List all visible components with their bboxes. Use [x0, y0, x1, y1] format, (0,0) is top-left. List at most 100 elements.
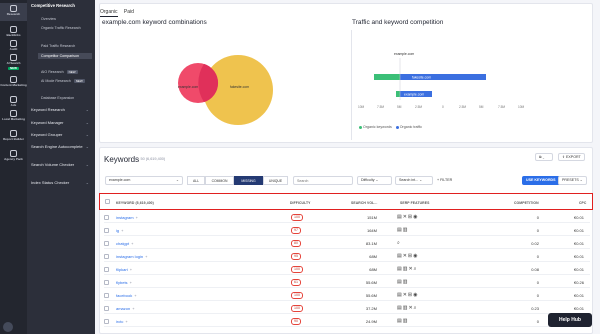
- segment-missing[interactable]: MISSING: [234, 176, 263, 185]
- difficulty-badge: 80: [291, 240, 301, 247]
- keyword-link[interactable]: flipkart +: [116, 267, 132, 272]
- table-row[interactable]: flybets + 61 55.6M ▤▥ 0 €0.26: [104, 277, 590, 288]
- filter-button[interactable]: + FILTER: [437, 178, 452, 182]
- add-to-list-icon[interactable]: +: [130, 267, 132, 272]
- tab-organic[interactable]: Organic: [100, 9, 118, 17]
- keyword-search-input[interactable]: [293, 176, 353, 185]
- rail-item-ai-search[interactable]: AI Search NEW: [0, 54, 27, 70]
- table-row[interactable]: instagram + 100 151M ▤✕⊞◉ 0 €0.01: [104, 212, 590, 223]
- col-search-volume[interactable]: SEARCH VOL...: [351, 201, 377, 205]
- rail-item-backlinks[interactable]: Backlinks: [0, 26, 27, 38]
- add-to-list-icon[interactable]: +: [145, 254, 147, 259]
- axis-tick: 5M: [479, 105, 484, 109]
- menu-section-volume-checker[interactable]: Search Volume Checker ⌄: [31, 162, 91, 168]
- row-checkbox[interactable]: [104, 267, 109, 272]
- menu-section-index-checker[interactable]: Index Status Checker ⌄: [31, 180, 91, 186]
- add-to-list-icon[interactable]: +: [130, 280, 132, 285]
- bar-label-top: example.com: [394, 52, 414, 56]
- add-to-list-icon[interactable]: +: [125, 319, 127, 324]
- difficulty-filter[interactable]: Difficulty ⌄: [357, 176, 392, 185]
- use-keywords-button[interactable]: USE KEYWORDS: [522, 176, 560, 185]
- new-badge: NEW: [66, 70, 78, 75]
- rail-item-local-marketing[interactable]: Local Marketing: [0, 110, 27, 122]
- chevron-down-icon: ⌄: [175, 178, 179, 182]
- user-avatar[interactable]: [3, 322, 13, 332]
- keywords-bar-example: [396, 91, 400, 97]
- menu-section-keyword-research[interactable]: Keyword Research ⌄: [31, 107, 91, 113]
- table-row[interactable]: flipkart + 100 68M ▤▥✕⌕ 0.08 €0.01: [104, 264, 590, 275]
- keyword-link[interactable]: instagram +: [116, 215, 138, 220]
- row-checkbox[interactable]: [104, 280, 109, 285]
- row-checkbox[interactable]: [104, 306, 109, 311]
- row-checkbox[interactable]: [104, 254, 109, 259]
- keyword-link[interactable]: flybets +: [116, 280, 132, 285]
- add-to-list-icon[interactable]: +: [134, 293, 136, 298]
- col-keyword[interactable]: KEYWORD (5,619,400): [116, 201, 154, 205]
- segment-common[interactable]: COMMON: [205, 176, 234, 185]
- axis-tick: 5M: [397, 105, 402, 109]
- menu-section-keyword-grouper[interactable]: Keyword Grouper ⌄: [31, 132, 91, 138]
- rail-item-report-builder[interactable]: Report Builder: [0, 130, 27, 142]
- rail-item-ads[interactable]: Ads: [0, 96, 27, 108]
- keyword-link[interactable]: instagram login +: [116, 254, 147, 259]
- export-button[interactable]: ⇪ EXPORT: [558, 153, 585, 161]
- row-checkbox[interactable]: [104, 215, 109, 220]
- col-difficulty[interactable]: DIFFICULTY: [290, 201, 311, 205]
- table-row[interactable]: ig + 97 164M ▤▥ 0 €0.01: [104, 225, 590, 236]
- ads-icon: [10, 96, 17, 103]
- table-row[interactable]: chatgpt + 80 83.1M ⌕ 0.02 €0.01: [104, 238, 590, 249]
- table-row[interactable]: amazon + 100 37.2M ▤▥✕⌕ 0.23 €0.01: [104, 303, 590, 314]
- add-to-list-icon[interactable]: +: [136, 215, 138, 220]
- keyword-link[interactable]: facebook +: [116, 293, 137, 298]
- card-divider: [351, 30, 352, 140]
- keyword-link[interactable]: amazon +: [116, 306, 135, 311]
- keyword-link[interactable]: ig +: [116, 228, 123, 233]
- rail-item-content-marketing[interactable]: Content Marketing: [0, 76, 27, 88]
- menu-item-aio-research[interactable]: AIO Research NEW: [41, 70, 91, 75]
- col-serp-features[interactable]: SERP FEATURES: [400, 201, 429, 205]
- search-volume: 37.2M: [365, 306, 377, 311]
- tab-paid[interactable]: Paid: [124, 9, 134, 15]
- search-intent-filter[interactable]: Search int... ⌄: [395, 176, 433, 185]
- menu-item-overview[interactable]: Overview: [41, 17, 91, 21]
- table-row[interactable]: facebook + 100 55.6M ▤✕⊞◉ 0 €0.01: [104, 290, 590, 301]
- copy-button[interactable]: ⧉ ⌄: [535, 153, 553, 161]
- content-icon: [10, 76, 17, 83]
- menu-section-autocomplete[interactable]: Search Engine Autocomplete ⌄: [31, 144, 91, 150]
- table-row[interactable]: irctc+ 90 24.9M ▤▥ 0 €0.01: [104, 316, 590, 327]
- traffic-title: Traffic and keyword competition: [352, 19, 444, 26]
- menu-item-database-expansion[interactable]: Database Expansion: [41, 96, 91, 100]
- row-checkbox[interactable]: [104, 319, 109, 324]
- menu-item-organic-traffic[interactable]: Organic Traffic Research: [41, 26, 91, 30]
- rail-item-research[interactable]: Research: [0, 3, 27, 21]
- menu-item-competitor-comparison[interactable]: Competitor Comparison: [38, 53, 92, 60]
- keyword-link[interactable]: irctc +: [116, 319, 128, 324]
- add-to-list-icon[interactable]: +: [132, 306, 134, 311]
- row-checkbox[interactable]: [104, 228, 109, 233]
- venn-title: example.com keyword combinations: [102, 19, 207, 26]
- menu-item-ai-mode-research[interactable]: AI Mode Research NEW: [41, 79, 91, 84]
- rail-item-audit[interactable]: Audit: [0, 40, 27, 52]
- menu-section-keyword-manager[interactable]: Keyword Manager ⌄: [31, 120, 91, 126]
- keyword-link[interactable]: chatgpt +: [116, 241, 133, 246]
- add-to-list-icon[interactable]: +: [131, 241, 133, 246]
- presets-button[interactable]: PRESETS ⌄: [558, 176, 587, 185]
- ai-search-icon: [10, 54, 17, 61]
- keywords-count: 1 - 50 (6,619,400): [135, 157, 166, 161]
- domain-select[interactable]: example.com ⌄: [105, 176, 183, 185]
- col-competition[interactable]: COMPETITION: [514, 201, 539, 205]
- help-hub-button[interactable]: Help Hub: [548, 313, 592, 327]
- competition-value: 0: [536, 228, 539, 233]
- segment-all[interactable]: ALL: [187, 176, 205, 185]
- axis-tick: 2.5M: [415, 105, 422, 109]
- col-cpc[interactable]: CPC: [579, 201, 586, 205]
- select-all-checkbox[interactable]: [105, 199, 110, 204]
- menu-item-paid-traffic[interactable]: Paid Traffic Research: [41, 44, 91, 48]
- rail-item-agency-pack[interactable]: Agency Pack: [0, 150, 27, 162]
- table-row[interactable]: instagram login + 95 68M ▤✕⊞◉ 0 €0.01: [104, 251, 590, 262]
- segment-unique[interactable]: UNIQUE: [263, 176, 288, 185]
- row-checkbox[interactable]: [104, 241, 109, 246]
- menu-header[interactable]: Competitive Research: [31, 3, 75, 8]
- row-checkbox[interactable]: [104, 293, 109, 298]
- add-to-list-icon[interactable]: +: [121, 228, 123, 233]
